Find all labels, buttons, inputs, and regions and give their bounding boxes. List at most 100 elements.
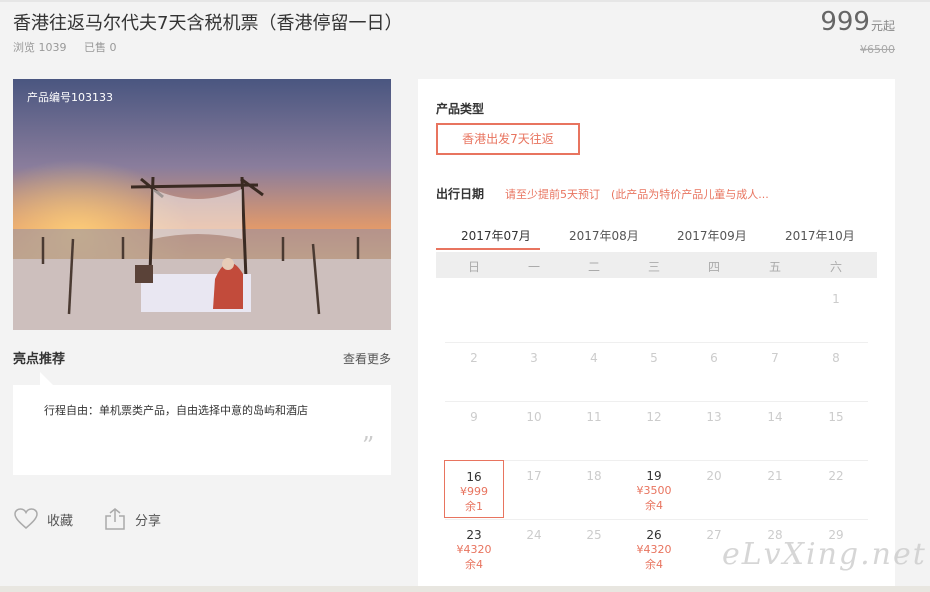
calendar-day-number: 19 xyxy=(646,469,662,483)
calendar-day: 25 xyxy=(564,519,624,577)
calendar-day-remaining: 余1 xyxy=(465,500,483,513)
highlights-text: 行程自由：单机票类产品，自由选择中意的岛屿和酒店 xyxy=(44,404,308,417)
calendar-day-number: 18 xyxy=(586,469,602,483)
calendar-day-number: 4 xyxy=(590,351,598,365)
calendar-day-price: ¥4320 xyxy=(456,543,492,556)
calendar-day-price: ¥4320 xyxy=(636,543,672,556)
sold-count: 已售 0 xyxy=(84,41,117,54)
calendar-day-number: 1 xyxy=(832,292,840,306)
active-month-underline xyxy=(436,248,540,250)
original-price: ¥6500 xyxy=(860,43,895,56)
share-button[interactable]: 分享 xyxy=(103,507,161,531)
product-type-option[interactable]: 香港出发7天往返 xyxy=(436,123,580,155)
product-title: 香港往返马尔代夫7天含税机票（香港停留一日） xyxy=(13,13,403,34)
product-stats: 浏览 1039 已售 0 xyxy=(13,39,131,55)
calendar-day: 5 xyxy=(624,342,684,400)
weekday-header: 日一二三四五六 xyxy=(436,252,877,278)
calendar-day-number: 16 xyxy=(466,470,482,484)
calendar-day: 11 xyxy=(564,401,624,459)
calendar-day-price: ¥3500 xyxy=(636,484,672,497)
weekday-label: 六 xyxy=(829,260,842,274)
views-count: 浏览 1039 xyxy=(13,41,67,54)
watermark: eLvXing.net xyxy=(722,537,927,572)
calendar-day: 6 xyxy=(684,342,744,400)
calendar-day-number: 8 xyxy=(832,351,840,365)
calendar-day-number: 24 xyxy=(526,528,542,542)
calendar-day-number: 14 xyxy=(767,410,783,424)
calendar-day: 4 xyxy=(564,342,624,400)
highlights-box xyxy=(13,385,391,475)
price-block: 999元起 ¥6500 xyxy=(820,7,895,56)
booking-panel: 产品类型 香港出发7天往返 出行日期 请至少提前5天预订 (此产品为特价产品儿童… xyxy=(418,79,895,592)
calendar-day: 22 xyxy=(806,460,866,518)
heart-icon xyxy=(14,508,38,529)
calendar-day-number: 15 xyxy=(828,410,844,424)
weekday-label: 日 xyxy=(467,260,480,274)
calendar-day: 8 xyxy=(806,342,866,400)
highlights-pointer xyxy=(40,372,54,386)
calendar-day-available[interactable]: 26 ¥4320 余4 xyxy=(624,519,684,577)
calendar-day-number: 23 xyxy=(466,528,482,542)
weekday-label: 三 xyxy=(647,260,660,274)
calendar-day-number: 11 xyxy=(586,410,602,424)
calendar-day: 21 xyxy=(745,460,805,518)
favorite-label: 收藏 xyxy=(47,513,74,529)
calendar-day-available[interactable]: 23 ¥4320 余4 xyxy=(444,519,504,577)
top-border xyxy=(0,0,930,2)
calendar-day-remaining: 余4 xyxy=(645,558,663,571)
calendar-day: 14 xyxy=(745,401,805,459)
tab-month-1[interactable]: 2017年07月 xyxy=(461,227,531,244)
tab-month-4[interactable]: 2017年10月 xyxy=(785,227,855,244)
favorite-button[interactable]: 收藏 xyxy=(13,507,73,531)
calendar-day: 12 xyxy=(624,401,684,459)
calendar-day: 9 xyxy=(444,401,504,459)
calendar-day-remaining: 余4 xyxy=(465,558,483,571)
calendar-day-number: 2 xyxy=(470,351,478,365)
calendar-day: 1 xyxy=(806,283,866,341)
tab-month-2[interactable]: 2017年08月 xyxy=(569,227,639,244)
calendar-day-number: 17 xyxy=(526,469,542,483)
calendar-day-number: 21 xyxy=(767,469,783,483)
calendar-day-number: 10 xyxy=(526,410,542,424)
weekday-label: 一 xyxy=(527,260,540,274)
calendar-day-available[interactable]: 19 ¥3500 余4 xyxy=(624,460,684,518)
product-id: 产品编号103133 xyxy=(27,91,113,104)
share-icon xyxy=(105,508,125,530)
product-photo: 产品编号103133 xyxy=(13,79,391,330)
bottom-border xyxy=(0,586,930,592)
price-value: 999 xyxy=(820,7,870,37)
calendar-day-price: ¥999 xyxy=(460,485,488,498)
calendar-day-available[interactable]: 16 ¥999 余1 xyxy=(444,460,504,518)
share-label: 分享 xyxy=(135,513,162,529)
calendar-day-number: 6 xyxy=(710,351,718,365)
calendar-day: 18 xyxy=(564,460,624,518)
calendar-day-number: 13 xyxy=(706,410,722,424)
calendar-day-number: 3 xyxy=(530,351,538,365)
calendar-day-number: 26 xyxy=(646,528,662,542)
calendar-day-number: 25 xyxy=(586,528,602,542)
highlights-more-link[interactable]: 查看更多 xyxy=(343,350,391,367)
calendar-day-number: 5 xyxy=(650,351,658,365)
calendar-day-number: 9 xyxy=(470,410,478,424)
calendar-day-remaining: 余4 xyxy=(645,499,663,512)
weekday-label: 四 xyxy=(707,260,720,274)
calendar-day: 3 xyxy=(504,342,564,400)
weekday-label: 五 xyxy=(768,260,781,274)
calendar-day: 20 xyxy=(684,460,744,518)
calendar-day: 13 xyxy=(684,401,744,459)
calendar-day: 17 xyxy=(504,460,564,518)
product-type-label: 产品类型 xyxy=(436,102,485,116)
calendar-day: 10 xyxy=(504,401,564,459)
price-unit: 元起 xyxy=(870,19,895,33)
travel-date-note: 请至少提前5天预订 (此产品为特价产品儿童与成人... xyxy=(505,188,769,201)
calendar-day: 15 xyxy=(806,401,866,459)
weekday-label: 二 xyxy=(587,260,600,274)
calendar-day-number: 20 xyxy=(706,469,722,483)
calendar-day: 24 xyxy=(504,519,564,577)
travel-date-label: 出行日期 xyxy=(436,187,485,201)
quote-icon: ” xyxy=(362,432,375,460)
calendar-day-number: 12 xyxy=(646,410,662,424)
highlights-title: 亮点推荐 xyxy=(13,352,66,367)
tab-month-3[interactable]: 2017年09月 xyxy=(677,227,747,244)
calendar-day: 2 xyxy=(444,342,504,400)
